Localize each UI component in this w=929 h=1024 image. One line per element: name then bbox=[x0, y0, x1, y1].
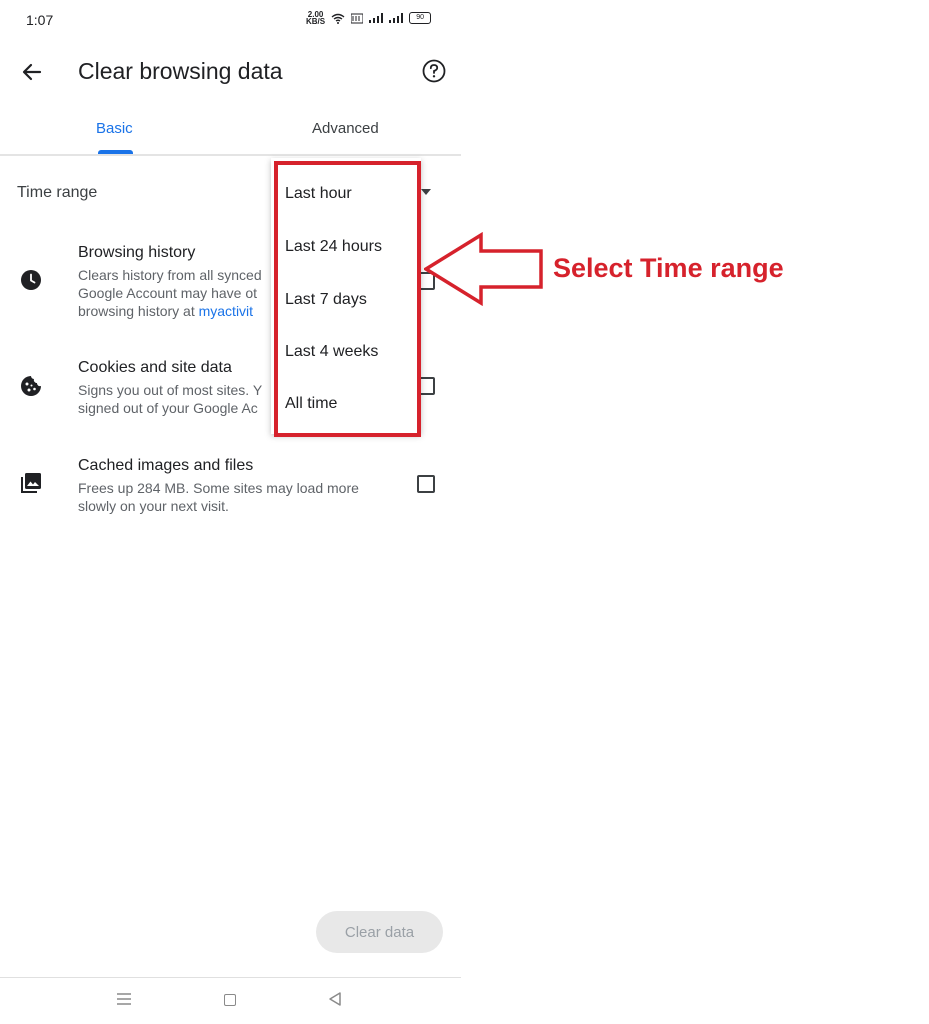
back-arrow-icon[interactable] bbox=[18, 58, 46, 86]
tab-basic[interactable]: Basic bbox=[96, 120, 133, 137]
image-icon bbox=[21, 473, 41, 493]
desc-line: Signs you out of most sites. Y bbox=[78, 382, 263, 398]
browsing-history-desc: Clears history from all synced Google Ac… bbox=[78, 266, 278, 320]
status-icons: 2.00 KB/S 90 bbox=[306, 11, 432, 26]
help-icon[interactable] bbox=[421, 58, 447, 84]
battery-icon: 90 bbox=[409, 12, 432, 24]
tab-divider bbox=[0, 154, 461, 156]
home-icon[interactable] bbox=[224, 994, 236, 1006]
cached-images-desc: Frees up 284 MB. Some sites may load mor… bbox=[78, 480, 359, 514]
cached-images-title: Cached images and files bbox=[78, 457, 254, 474]
highlight-box bbox=[274, 161, 421, 437]
network-speed: 2.00 KB/S bbox=[306, 11, 326, 26]
clear-data-button[interactable]: Clear data bbox=[316, 911, 443, 953]
myactivity-link[interactable]: myactivit bbox=[199, 303, 253, 319]
page-title: Clear browsing data bbox=[78, 58, 283, 84]
volte-icon bbox=[351, 13, 364, 23]
clock-icon bbox=[21, 270, 41, 290]
menu-icon[interactable] bbox=[117, 993, 131, 1005]
nav-back-icon[interactable] bbox=[327, 991, 343, 1007]
desc-text: browsing history at bbox=[78, 303, 199, 319]
dropdown-arrow-icon[interactable] bbox=[421, 189, 431, 195]
desc-line: Clears history from all synced bbox=[78, 267, 262, 283]
nav-divider bbox=[0, 977, 461, 978]
callout-arrow-icon bbox=[424, 232, 543, 306]
wifi-icon bbox=[331, 13, 345, 24]
annotation-text: Select Time range bbox=[553, 253, 784, 283]
cached-images-checkbox[interactable] bbox=[417, 475, 435, 493]
desc-line: browsing history at myactivit bbox=[78, 302, 278, 320]
network-speed-unit: KB/S bbox=[306, 17, 326, 26]
signal-icon-2 bbox=[389, 13, 404, 23]
cookie-icon bbox=[21, 376, 41, 396]
time-range-label: Time range bbox=[17, 184, 98, 201]
desc-line: Google Account may have ot bbox=[78, 285, 257, 301]
tab-advanced[interactable]: Advanced bbox=[312, 120, 379, 137]
cookies-title: Cookies and site data bbox=[78, 359, 232, 376]
desc-line: signed out of your Google Ac bbox=[78, 400, 258, 416]
browsing-history-title: Browsing history bbox=[78, 244, 196, 261]
status-time: 1:07 bbox=[26, 12, 54, 28]
signal-icon-1 bbox=[369, 13, 384, 23]
cookies-desc: Signs you out of most sites. Y signed ou… bbox=[78, 381, 278, 417]
